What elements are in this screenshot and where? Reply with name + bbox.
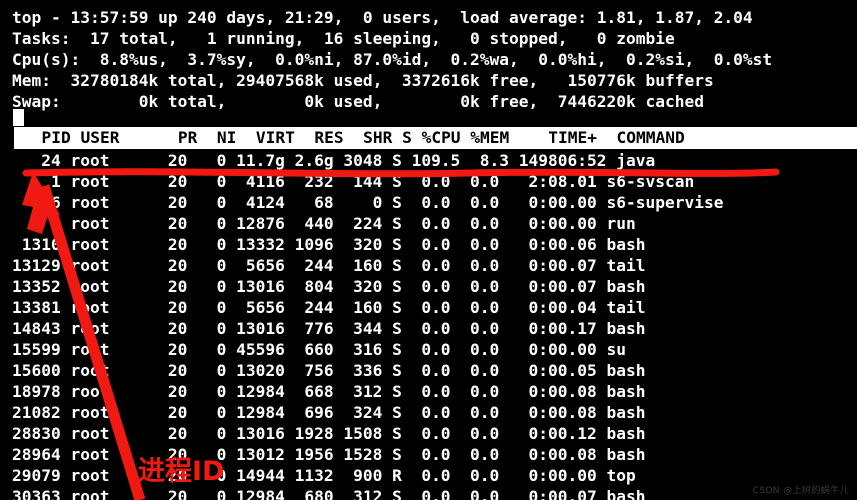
table-row: 14843 root 20 0 13016 776 344 S 0.0 0.0 … bbox=[12, 319, 646, 338]
table-row: 13129 root 20 0 5656 244 160 S 0.0 0.0 0… bbox=[12, 256, 646, 275]
terminal-cursor bbox=[13, 109, 24, 126]
process-table-header: PID USER PR NI VIRT RES SHR S %CPU %MEM … bbox=[14, 127, 857, 149]
table-row: 1 root 20 0 4116 232 144 S 0.0 0.0 2:08.… bbox=[12, 172, 695, 191]
process-table-header-row: PID USER PR NI VIRT RES SHR S %CPU %MEM … bbox=[22, 128, 685, 147]
table-row: 13381 root 20 0 5656 244 160 S 0.0 0.0 0… bbox=[12, 298, 646, 317]
table-row: 15600 root 20 0 13020 756 336 S 0.0 0.0 … bbox=[12, 361, 646, 380]
summary-line-tasks: Tasks: 17 total, 1 running, 16 sleeping,… bbox=[12, 29, 675, 48]
table-row: 24 root 20 0 11.7g 2.6g 3048 S 109.5 8.3… bbox=[12, 151, 656, 170]
summary-line-cpu: Cpu(s): 8.8%us, 3.7%sy, 0.0%ni, 87.0%id,… bbox=[12, 50, 773, 69]
table-row: 30363 root 20 0 12984 680 312 S 0.0 0.0 … bbox=[12, 487, 646, 500]
table-row: 29079 root 20 0 14944 1132 900 R 0.0 0.0… bbox=[12, 466, 636, 485]
table-row: 15599 root 20 0 45596 660 316 S 0.0 0.0 … bbox=[12, 340, 626, 359]
watermark: CSDN @上树的蜗牛儿 bbox=[752, 486, 849, 496]
process-table-body: 24 root 20 0 11.7g 2.6g 3048 S 109.5 8.3… bbox=[0, 150, 857, 500]
table-row: 9 root 20 0 12876 440 224 S 0.0 0.0 0:00… bbox=[12, 214, 636, 233]
table-row: 28964 root 20 0 13012 1956 1528 S 0.0 0.… bbox=[12, 445, 646, 464]
table-row: 21082 root 20 0 12984 696 324 S 0.0 0.0 … bbox=[12, 403, 646, 422]
table-row: 18978 root 20 0 12984 668 312 S 0.0 0.0 … bbox=[12, 382, 646, 401]
table-row: 1310 root 20 0 13332 1096 320 S 0.0 0.0 … bbox=[12, 235, 646, 254]
table-row: 28830 root 20 0 13016 1928 1508 S 0.0 0.… bbox=[12, 424, 646, 443]
summary-line-uptime: top - 13:57:59 up 240 days, 21:29, 0 use… bbox=[12, 8, 753, 27]
annotation-label-process-id: 进程ID bbox=[138, 456, 225, 487]
table-row: 6 root 20 0 4124 68 0 S 0.0 0.0 0:00.00 … bbox=[12, 193, 724, 212]
table-row: 13352 root 20 0 13016 804 320 S 0.0 0.0 … bbox=[12, 277, 646, 296]
summary-line-swap: Swap: 0k total, 0k used, 0k free, 744622… bbox=[12, 92, 704, 111]
terminal-screen: top - 13:57:59 up 240 days, 21:29, 0 use… bbox=[0, 0, 857, 500]
top-summary-block: top - 13:57:59 up 240 days, 21:29, 0 use… bbox=[0, 0, 857, 112]
summary-line-mem: Mem: 32780184k total, 29407568k used, 33… bbox=[12, 71, 714, 90]
